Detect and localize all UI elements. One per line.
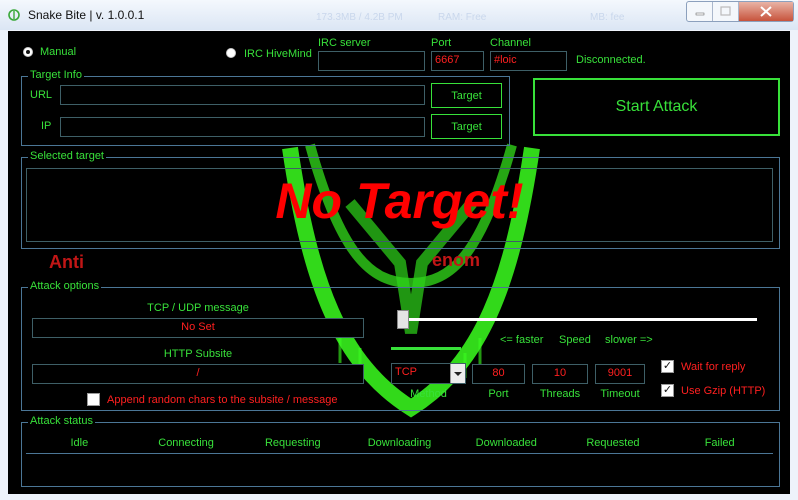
status-downloading: Downloading [367,437,432,449]
timeout-label: Timeout [600,388,640,400]
status-downloaded: Downloaded [475,437,537,449]
timeout-input[interactable]: 9001 [595,364,645,384]
logo-text-left: Anti [49,252,84,272]
status-requested: Requested [586,437,640,449]
append-random-checkbox[interactable] [87,393,100,406]
status-header-row: Idle Connecting Requesting Downloading D… [26,437,773,449]
append-random-label: Append random chars to the subsite / mes… [107,394,338,406]
subsite-input[interactable]: / [32,364,364,384]
maximize-icon [720,6,731,16]
irc-port-label: Port [431,37,452,49]
lock-ip-button[interactable]: Target [431,114,502,139]
irc-channel-label: Channel [490,37,531,49]
minimize-icon [695,12,705,16]
message-label: TCP / UDP message [147,302,249,314]
irc-port-input[interactable]: 6667 [431,51,484,71]
method-select[interactable]: TCP [391,363,466,384]
status-divider [26,453,773,454]
subsite-label: HTTP Subsite [163,348,233,360]
use-gzip-checkbox[interactable]: ✓ [661,384,674,397]
window-title: Snake Bite | v. 1.0.0.1 [28,8,145,22]
attack-options-title: Attack options [28,280,102,292]
status-idle: Idle [70,437,89,449]
speed-slider-ticks [391,347,461,350]
chevron-down-icon[interactable] [450,364,465,383]
speed-label: Speed [559,334,591,346]
attack-status-group: Attack status [21,415,780,487]
url-label: URL [30,89,53,101]
status-connecting: Connecting [158,437,214,449]
use-gzip-label: Use Gzip (HTTP) [681,385,766,397]
url-input[interactable] [60,85,425,105]
threads-label: Threads [539,388,581,400]
start-attack-button[interactable]: Start Attack [533,78,780,136]
hivemind-label: IRC HiveMind [244,48,312,60]
threads-input[interactable]: 10 [532,364,588,384]
lock-url-button[interactable]: Target [431,83,502,108]
status-failed: Failed [704,437,735,449]
speed-slider-thumb[interactable] [397,310,409,329]
window-controls [686,1,794,22]
selected-target-value: No Target! [275,173,524,229]
irc-server-label: IRC server [318,37,371,49]
ghost-text: 173.3MB / 4.2B PM [316,12,403,23]
target-info-title: Target Info [28,69,84,81]
ip-label: IP [41,120,52,132]
manual-radio[interactable] [23,47,33,57]
wait-reply-checkbox[interactable]: ✓ [661,360,674,373]
manual-label: Manual [40,46,77,58]
title-bar[interactable]: Snake Bite | v. 1.0.0.1 173.3MB / 4.2B P… [0,0,798,30]
app-window: Snake Bite | v. 1.0.0.1 173.3MB / 4.2B P… [0,0,798,500]
wait-reply-label: Wait for reply [681,361,746,373]
speed-slider-track[interactable] [401,318,757,321]
attack-status-title: Attack status [28,415,95,427]
selected-target-title: Selected target [28,150,106,162]
main-panel: Anti enom Manual IRC HiveMind IRC server… [8,31,790,494]
ghost-text: RAM: Free [438,12,487,23]
speed-faster-label: <= faster [500,334,544,346]
ghost-text: MB: fee [590,12,625,23]
port-label: Port [488,388,509,400]
status-requesting: Requesting [264,437,321,449]
irc-status: Disconnected. [576,54,646,66]
ip-input[interactable] [60,117,425,137]
maximize-button[interactable] [713,2,739,21]
port-input[interactable]: 80 [472,364,525,384]
minimize-button[interactable] [687,2,713,21]
irc-server-input[interactable] [318,51,425,71]
close-icon [760,6,772,17]
hivemind-radio[interactable] [226,48,236,58]
method-value: TCP [395,366,417,378]
irc-channel-input[interactable]: #loic [490,51,567,71]
logo-text-right: enom [432,250,481,270]
method-label: Method [410,388,447,400]
snake-app-icon [8,9,20,21]
message-input[interactable]: No Set [32,318,364,338]
close-button[interactable] [739,2,793,21]
speed-slower-label: slower => [605,334,653,346]
